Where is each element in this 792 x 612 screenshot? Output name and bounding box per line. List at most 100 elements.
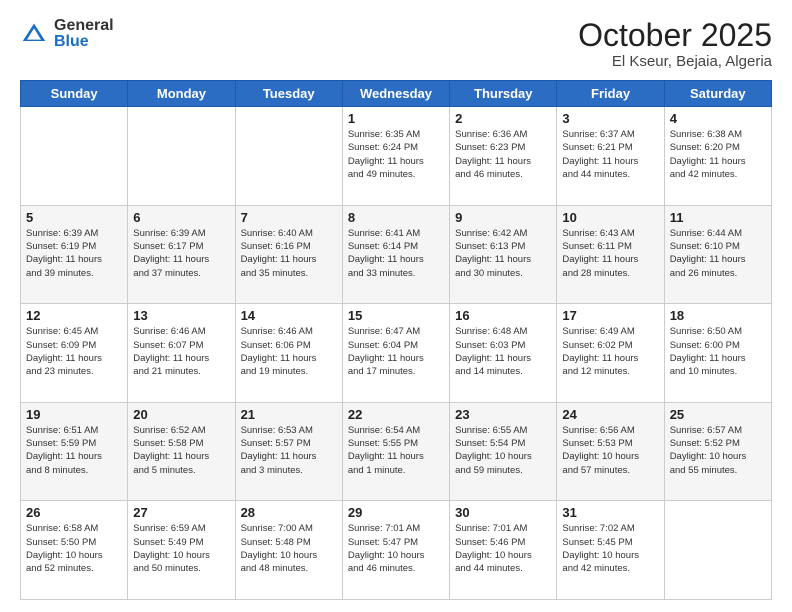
day-number: 7 xyxy=(241,210,337,225)
day-info: Sunrise: 6:40 AM Sunset: 6:16 PM Dayligh… xyxy=(241,227,337,280)
day-info: Sunrise: 6:35 AM Sunset: 6:24 PM Dayligh… xyxy=(348,128,444,181)
logo: General Blue xyxy=(20,18,114,50)
day-number: 27 xyxy=(133,505,229,520)
day-number: 18 xyxy=(670,308,766,323)
day-number: 13 xyxy=(133,308,229,323)
day-info: Sunrise: 7:01 AM Sunset: 5:46 PM Dayligh… xyxy=(455,522,551,575)
day-number: 5 xyxy=(26,210,122,225)
calendar-day-cell: 11 Sunrise: 6:44 AM Sunset: 6:10 PM Dayli… xyxy=(664,205,771,304)
day-number: 15 xyxy=(348,308,444,323)
calendar-day-cell xyxy=(21,107,128,206)
day-number: 11 xyxy=(670,210,766,225)
location: El Kseur, Bejaia, Algeria xyxy=(578,53,772,70)
calendar-week-row: 26 Sunrise: 6:58 AM Sunset: 5:50 PM Dayli… xyxy=(21,501,772,600)
day-number: 17 xyxy=(562,308,658,323)
calendar-day-cell: 2Sunrise: 6:36 AM Sunset: 6:23 PM Daylig… xyxy=(450,107,557,206)
calendar-day-header: Saturday xyxy=(664,81,771,107)
calendar-week-row: 19Sunrise: 6:51 AM Sunset: 5:59 PM Dayli… xyxy=(21,402,772,501)
calendar-day-cell: 3Sunrise: 6:37 AM Sunset: 6:21 PM Daylig… xyxy=(557,107,664,206)
calendar-day-cell: 25 Sunrise: 6:57 AM Sunset: 5:52 PM Dayli… xyxy=(664,402,771,501)
calendar-day-cell: 27 Sunrise: 6:59 AM Sunset: 5:49 PM Dayli… xyxy=(128,501,235,600)
day-number: 16 xyxy=(455,308,551,323)
day-number: 2 xyxy=(455,111,551,126)
calendar-day-cell: 29 Sunrise: 7:01 AM Sunset: 5:47 PM Dayli… xyxy=(342,501,449,600)
day-info: Sunrise: 6:48 AM Sunset: 6:03 PM Dayligh… xyxy=(455,325,551,378)
day-number: 31 xyxy=(562,505,658,520)
calendar-day-cell: 26 Sunrise: 6:58 AM Sunset: 5:50 PM Dayli… xyxy=(21,501,128,600)
day-number: 20 xyxy=(133,407,229,422)
calendar-day-cell: 22Sunrise: 6:54 AM Sunset: 5:55 PM Dayli… xyxy=(342,402,449,501)
logo-text: General Blue xyxy=(54,18,114,50)
day-number: 21 xyxy=(241,407,337,422)
day-info: Sunrise: 6:47 AM Sunset: 6:04 PM Dayligh… xyxy=(348,325,444,378)
calendar-day-cell: 31Sunrise: 7:02 AM Sunset: 5:45 PM Dayli… xyxy=(557,501,664,600)
header: General Blue October 2025 El Kseur, Beja… xyxy=(20,18,772,70)
logo-blue-text: Blue xyxy=(54,34,114,50)
day-info: Sunrise: 6:46 AM Sunset: 6:06 PM Dayligh… xyxy=(241,325,337,378)
calendar-day-cell: 1 Sunrise: 6:35 AM Sunset: 6:24 PM Daylig… xyxy=(342,107,449,206)
calendar-day-cell: 10Sunrise: 6:43 AM Sunset: 6:11 PM Dayli… xyxy=(557,205,664,304)
day-info: Sunrise: 6:54 AM Sunset: 5:55 PM Dayligh… xyxy=(348,424,444,477)
day-number: 24 xyxy=(562,407,658,422)
day-info: Sunrise: 6:42 AM Sunset: 6:13 PM Dayligh… xyxy=(455,227,551,280)
calendar-day-cell xyxy=(664,501,771,600)
day-info: Sunrise: 6:58 AM Sunset: 5:50 PM Dayligh… xyxy=(26,522,122,575)
calendar-day-cell: 28 Sunrise: 7:00 AM Sunset: 5:48 PM Dayli… xyxy=(235,501,342,600)
day-info: Sunrise: 6:59 AM Sunset: 5:49 PM Dayligh… xyxy=(133,522,229,575)
day-info: Sunrise: 6:55 AM Sunset: 5:54 PM Dayligh… xyxy=(455,424,551,477)
logo-general-text: General xyxy=(54,18,114,34)
day-number: 12 xyxy=(26,308,122,323)
day-number: 25 xyxy=(670,407,766,422)
calendar-day-cell: 30 Sunrise: 7:01 AM Sunset: 5:46 PM Dayli… xyxy=(450,501,557,600)
title-block: October 2025 El Kseur, Bejaia, Algeria xyxy=(578,18,772,70)
page: General Blue October 2025 El Kseur, Beja… xyxy=(0,0,792,612)
day-info: Sunrise: 6:56 AM Sunset: 5:53 PM Dayligh… xyxy=(562,424,658,477)
calendar-day-cell: 5 Sunrise: 6:39 AM Sunset: 6:19 PM Daylig… xyxy=(21,205,128,304)
calendar-week-row: 12 Sunrise: 6:45 AM Sunset: 6:09 PM Dayli… xyxy=(21,304,772,403)
calendar-day-cell: 13Sunrise: 6:46 AM Sunset: 6:07 PM Dayli… xyxy=(128,304,235,403)
calendar-day-header: Friday xyxy=(557,81,664,107)
day-number: 28 xyxy=(241,505,337,520)
calendar-day-header: Thursday xyxy=(450,81,557,107)
calendar-day-cell: 7 Sunrise: 6:40 AM Sunset: 6:16 PM Daylig… xyxy=(235,205,342,304)
calendar-day-cell: 8 Sunrise: 6:41 AM Sunset: 6:14 PM Daylig… xyxy=(342,205,449,304)
day-info: Sunrise: 6:39 AM Sunset: 6:17 PM Dayligh… xyxy=(133,227,229,280)
day-info: Sunrise: 6:57 AM Sunset: 5:52 PM Dayligh… xyxy=(670,424,766,477)
calendar-day-cell xyxy=(128,107,235,206)
calendar-day-cell: 4Sunrise: 6:38 AM Sunset: 6:20 PM Daylig… xyxy=(664,107,771,206)
day-info: Sunrise: 7:00 AM Sunset: 5:48 PM Dayligh… xyxy=(241,522,337,575)
day-info: Sunrise: 6:44 AM Sunset: 6:10 PM Dayligh… xyxy=(670,227,766,280)
day-number: 23 xyxy=(455,407,551,422)
calendar-week-row: 1 Sunrise: 6:35 AM Sunset: 6:24 PM Daylig… xyxy=(21,107,772,206)
day-number: 19 xyxy=(26,407,122,422)
day-number: 26 xyxy=(26,505,122,520)
day-info: Sunrise: 6:49 AM Sunset: 6:02 PM Dayligh… xyxy=(562,325,658,378)
calendar-day-cell: 20 Sunrise: 6:52 AM Sunset: 5:58 PM Dayli… xyxy=(128,402,235,501)
calendar-day-cell: 15 Sunrise: 6:47 AM Sunset: 6:04 PM Dayli… xyxy=(342,304,449,403)
day-number: 9 xyxy=(455,210,551,225)
calendar-day-cell: 17 Sunrise: 6:49 AM Sunset: 6:02 PM Dayli… xyxy=(557,304,664,403)
day-info: Sunrise: 6:39 AM Sunset: 6:19 PM Dayligh… xyxy=(26,227,122,280)
calendar-day-cell: 24 Sunrise: 6:56 AM Sunset: 5:53 PM Dayli… xyxy=(557,402,664,501)
day-info: Sunrise: 6:53 AM Sunset: 5:57 PM Dayligh… xyxy=(241,424,337,477)
calendar-day-cell: 12 Sunrise: 6:45 AM Sunset: 6:09 PM Dayli… xyxy=(21,304,128,403)
day-info: Sunrise: 6:41 AM Sunset: 6:14 PM Dayligh… xyxy=(348,227,444,280)
day-number: 8 xyxy=(348,210,444,225)
day-number: 4 xyxy=(670,111,766,126)
calendar-day-cell: 18 Sunrise: 6:50 AM Sunset: 6:00 PM Dayli… xyxy=(664,304,771,403)
calendar-day-header: Wednesday xyxy=(342,81,449,107)
day-info: Sunrise: 7:01 AM Sunset: 5:47 PM Dayligh… xyxy=(348,522,444,575)
day-info: Sunrise: 6:50 AM Sunset: 6:00 PM Dayligh… xyxy=(670,325,766,378)
day-info: Sunrise: 6:52 AM Sunset: 5:58 PM Dayligh… xyxy=(133,424,229,477)
calendar-day-cell: 19Sunrise: 6:51 AM Sunset: 5:59 PM Dayli… xyxy=(21,402,128,501)
day-number: 30 xyxy=(455,505,551,520)
calendar-day-cell: 14Sunrise: 6:46 AM Sunset: 6:06 PM Dayli… xyxy=(235,304,342,403)
day-info: Sunrise: 6:45 AM Sunset: 6:09 PM Dayligh… xyxy=(26,325,122,378)
calendar-day-cell: 6Sunrise: 6:39 AM Sunset: 6:17 PM Daylig… xyxy=(128,205,235,304)
day-number: 10 xyxy=(562,210,658,225)
calendar-day-header: Tuesday xyxy=(235,81,342,107)
calendar-day-cell xyxy=(235,107,342,206)
calendar-day-header: Monday xyxy=(128,81,235,107)
day-number: 29 xyxy=(348,505,444,520)
day-number: 1 xyxy=(348,111,444,126)
